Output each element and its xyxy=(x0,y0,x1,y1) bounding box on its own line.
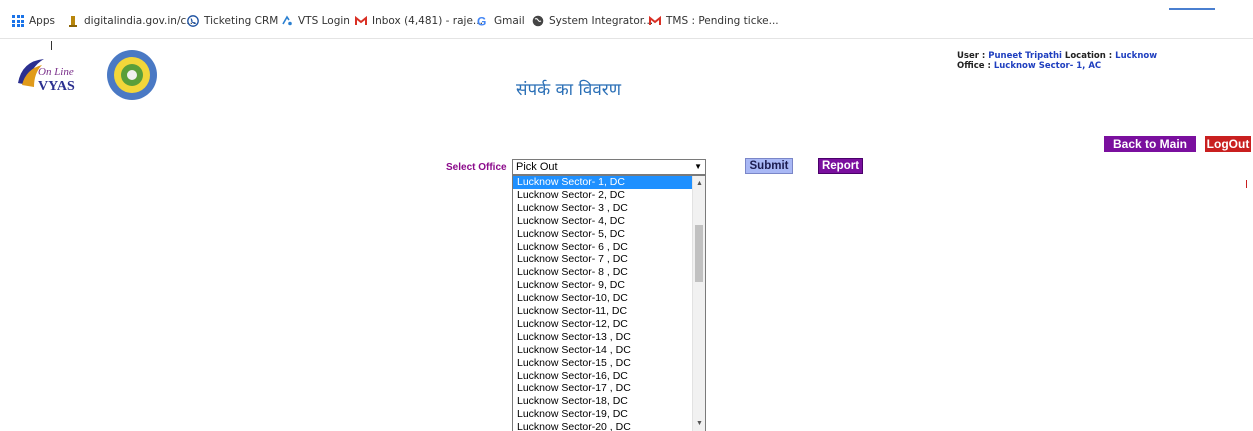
dropdown-scrollbar[interactable]: ▲ ▼ xyxy=(692,176,705,431)
online-vyas-logo: On Line VYAS xyxy=(18,59,75,94)
dropdown-option[interactable]: Lucknow Sector- 3 , DC xyxy=(513,202,693,215)
dropdown-option[interactable]: Lucknow Sector-18, DC xyxy=(513,395,693,408)
dropdown-option[interactable]: Lucknow Sector- 5, DC xyxy=(513,228,693,241)
dropdown-option[interactable]: Lucknow Sector-16, DC xyxy=(513,370,693,383)
bookmark-label: TMS : Pending ticke... xyxy=(666,15,779,27)
location-label: Location : xyxy=(1064,51,1113,61)
bookmark-inbox[interactable]: Inbox (4,481) - raje... xyxy=(355,13,483,29)
bookmark-tms[interactable]: TMS : Pending ticke... xyxy=(649,13,779,29)
svg-text:G: G xyxy=(477,15,486,27)
submit-button[interactable]: Submit xyxy=(745,158,793,174)
dropdown-option[interactable]: Lucknow Sector- 4, DC xyxy=(513,215,693,228)
bookmarks-bar: Apps digitalindia.gov.in/c... Ticketing … xyxy=(0,0,1253,39)
dropdown-option[interactable]: Lucknow Sector- 7 , DC xyxy=(513,253,693,266)
logo-text-top: On Line xyxy=(38,66,74,78)
dropdown-option[interactable]: Lucknow Sector-10, DC xyxy=(513,292,693,305)
divider-mark xyxy=(1246,180,1247,188)
gmail-icon xyxy=(355,15,367,25)
google-icon: G xyxy=(477,15,486,27)
bookmark-label: digitalindia.gov.in/c... xyxy=(84,15,197,27)
office-select[interactable]: Pick Out ▼ xyxy=(512,159,706,175)
user-value: Puneet Tripathi xyxy=(988,51,1062,61)
selected-value: Pick Out xyxy=(516,161,558,173)
bookmark-label: System Integrator... xyxy=(549,15,654,27)
dropdown-option[interactable]: Lucknow Sector-15 , DC xyxy=(513,357,693,370)
scroll-down-icon[interactable]: ▼ xyxy=(696,420,703,427)
bookmark-label: Gmail xyxy=(494,15,525,27)
globe-icon xyxy=(532,15,544,27)
gmail-icon xyxy=(649,15,661,25)
emblem-icon xyxy=(69,16,77,27)
bookmark-label: Apps xyxy=(29,15,55,27)
dropdown-option[interactable]: Lucknow Sector- 8 , DC xyxy=(513,266,693,279)
select-office-label: Select Office xyxy=(446,162,507,173)
bookmark-digitalindia[interactable]: digitalindia.gov.in/c... xyxy=(67,13,196,29)
bookmark-label: VTS Login xyxy=(298,15,350,27)
dropdown-option[interactable]: Lucknow Sector- 9, DC xyxy=(513,279,693,292)
office-dropdown-list[interactable]: Lucknow Sector- 1, DC Lucknow Sector- 2, … xyxy=(512,175,706,431)
dropdown-option[interactable]: Lucknow Sector- 1, DC xyxy=(513,176,693,189)
user-label: User : xyxy=(957,51,986,61)
bookmark-system-integrator[interactable]: System Integrator... xyxy=(532,13,653,29)
bookmark-gmail[interactable]: G Gmail xyxy=(477,13,525,29)
bookmark-vts-login[interactable]: VTS Login xyxy=(281,13,350,29)
bookmark-label: Ticketing CRM xyxy=(204,15,279,27)
dropdown-option[interactable]: Lucknow Sector-12, DC xyxy=(513,318,693,331)
back-to-main-menu-button[interactable]: Back to Main Menu xyxy=(1104,136,1196,167)
bookmark-apps[interactable]: Apps xyxy=(12,13,55,29)
apps-grid-icon xyxy=(12,15,24,27)
dropdown-option[interactable]: Lucknow Sector- 2, DC xyxy=(513,189,693,202)
location-value: Lucknow xyxy=(1115,51,1158,61)
office-value: Lucknow Sector- 1, AC xyxy=(993,61,1102,71)
department-seal xyxy=(107,50,157,100)
dropdown-option[interactable]: Lucknow Sector-20 , DC xyxy=(513,421,693,431)
bookmark-ticketing-crm[interactable]: Ticketing CRM xyxy=(187,13,278,29)
scroll-up-icon[interactable]: ▲ xyxy=(696,180,703,187)
report-button[interactable]: Report xyxy=(818,158,863,174)
dropdown-option[interactable]: Lucknow Sector-19, DC xyxy=(513,408,693,421)
logo-text-bottom: VYAS xyxy=(38,79,75,94)
user-info: User : Puneet Tripathi Location : Luckno… xyxy=(957,51,1157,71)
dropdown-option[interactable]: Lucknow Sector-14 , DC xyxy=(513,344,693,357)
dropdown-option[interactable]: Lucknow Sector-17 , DC xyxy=(513,382,693,395)
dropdown-option[interactable]: Lucknow Sector-13 , DC xyxy=(513,331,693,344)
office-label: Office : xyxy=(957,61,991,71)
dropdown-option[interactable]: Lucknow Sector-11, DC xyxy=(513,305,693,318)
text-cursor xyxy=(51,41,52,50)
logout-button[interactable]: LogOut xyxy=(1205,136,1251,152)
dropdown-option[interactable]: Lucknow Sector- 6 , DC xyxy=(513,241,693,254)
page-title: संपर्क का विवरण xyxy=(516,80,622,100)
bookmark-label: Inbox (4,481) - raje... xyxy=(372,15,483,27)
scrollbar-thumb[interactable] xyxy=(695,225,703,282)
phone-icon xyxy=(187,15,199,27)
chevron-down-icon: ▼ xyxy=(694,162,702,171)
location-icon xyxy=(282,15,292,26)
profile-indicator xyxy=(1169,8,1215,10)
